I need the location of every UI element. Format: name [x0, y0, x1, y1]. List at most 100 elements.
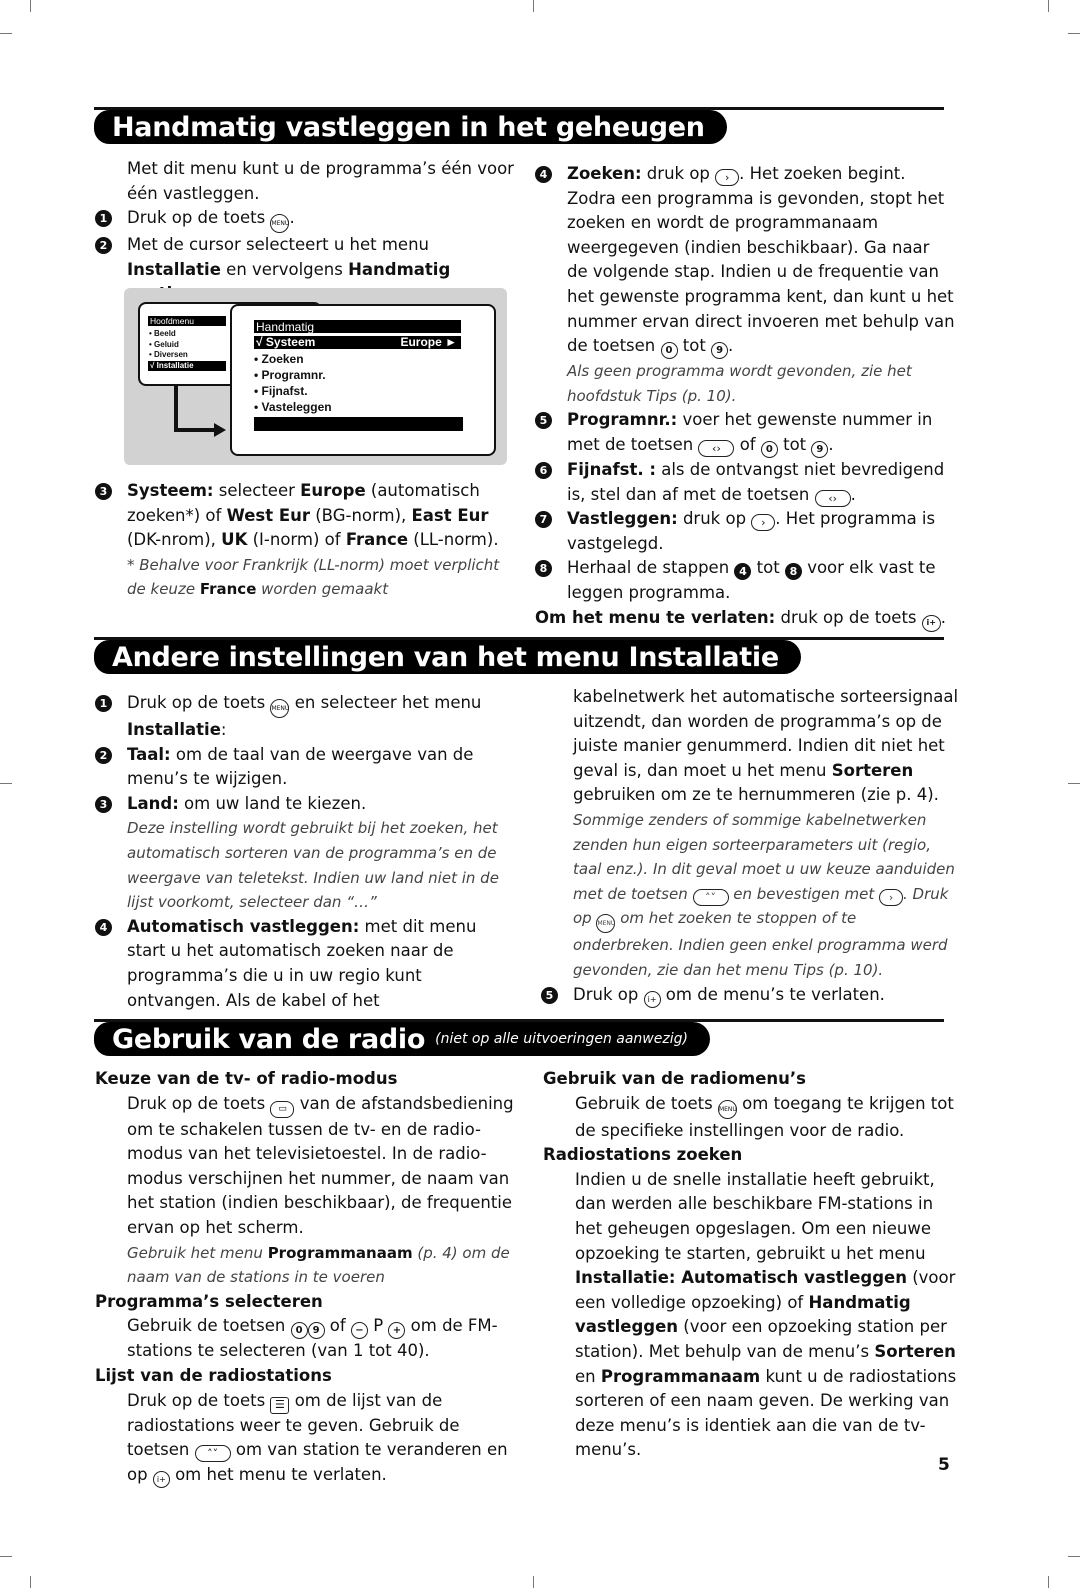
step-text: Druk op	[573, 984, 644, 1004]
paragraph: Gebruik de toetsen 09 of − P + om de FM-…	[95, 1314, 525, 1364]
crop-mark	[0, 783, 12, 784]
crop-mark	[533, 0, 534, 12]
exit-instruction: Om het menu te verlaten: druk op de toet…	[535, 606, 955, 632]
tv-radio-key-icon: ▭	[270, 1100, 295, 1118]
step-text: Met de cursor selecteert u het menu	[127, 235, 429, 255]
crop-mark	[1068, 33, 1080, 34]
step-text: .	[289, 208, 295, 228]
minus-key-icon: −	[350, 1322, 368, 1340]
step-4-continued: kabelnetwerk het automatische sorteersig…	[541, 685, 961, 983]
subheading: Lijst van de radiostations	[95, 1365, 332, 1385]
step-number: 3	[95, 483, 112, 500]
main-menu-title: Hoofdmenu	[148, 316, 226, 326]
step-text: (LL-norm).	[408, 530, 499, 550]
para-text: Druk op de toets	[127, 1093, 271, 1113]
step-number: 3	[95, 795, 112, 813]
footnote: * Behalve voor Frankrijk (LL-norm) moet …	[127, 553, 520, 602]
para-text: Gebruik de toets	[575, 1093, 718, 1113]
subheading: Programma’s selecteren	[95, 1291, 323, 1311]
step-note: Als geen programma wordt gevonden, zie h…	[567, 362, 912, 405]
bold-term: Land:	[127, 793, 179, 813]
sub-menu-selected-label: √ Systeem	[256, 335, 316, 349]
step-text: :	[220, 720, 227, 739]
menu-key-icon: MENU	[596, 914, 616, 934]
digit-0-key-icon: 0	[660, 342, 678, 360]
page-number: 5	[938, 1455, 950, 1475]
crop-mark	[30, 0, 31, 12]
crop-mark	[1048, 0, 1049, 12]
step-text: tot	[751, 558, 785, 578]
step-number: 1	[95, 210, 112, 228]
crop-mark	[30, 1576, 31, 1588]
step-number: 1	[95, 695, 112, 712]
bold-term: Programmanaam	[600, 1366, 761, 1386]
step-text: .	[850, 484, 856, 504]
section3-left-column: Keuze van de tv- of radio-modus Druk op …	[95, 1067, 525, 1488]
heading-pill: Gebruik van de radio (niet op alle uitvoe…	[94, 1022, 710, 1056]
step-6: 6 Fijnafst. : als de ontvangst niet bevr…	[535, 458, 955, 507]
bold-term: Installatie	[127, 720, 221, 739]
step-text: (DK-nrom),	[127, 530, 222, 550]
step-1: 1 Druk op de toets MENU en selecteer het…	[95, 691, 520, 743]
step-7: 7 Vastleggen: druk op ›. Het programma i…	[535, 507, 955, 556]
digit-9-key-icon: 9	[711, 342, 729, 360]
arrow-line	[174, 384, 178, 432]
plus-key-icon: +	[388, 1322, 406, 1340]
bold-term: West Eur	[226, 505, 310, 525]
sub-menu-selected-value: Europe ►	[400, 335, 457, 349]
cursor-left-right-keys-icon: ‹›	[698, 439, 735, 457]
section2-right-column: kabelnetwerk het automatische sorteersig…	[541, 685, 961, 1008]
cursor-up-down-keys-icon: ˄˅	[692, 888, 729, 906]
step-text: selecteer	[213, 481, 301, 500]
step-5: 5 Druk op i+ om de menu’s te verlaten.	[541, 983, 961, 1008]
sub-menu-item: • Zoeken	[254, 352, 304, 366]
heading-subtitle: (niet op alle uitvoeringen aanwezig)	[435, 1031, 688, 1047]
step-number: 5	[541, 986, 558, 1004]
bold-term: Vastleggen:	[567, 509, 678, 529]
digit-0-key-icon: 0	[290, 1322, 308, 1340]
para-text: van de afstandsbediening om te schakelen…	[127, 1093, 514, 1237]
section2-left-column: 1 Druk op de toets MENU en selecteer het…	[95, 691, 520, 1013]
cursor-up-down-keys-icon: ˄˅	[194, 1445, 231, 1463]
section1-step3: 3 Systeem: selecteer Europe (automatisch…	[95, 479, 520, 602]
step-text: (BG-norm),	[310, 505, 412, 525]
bold-term: Programmanaam	[267, 1243, 413, 1262]
step-text: en vervolgens	[220, 259, 349, 279]
exit-key-icon: i+	[921, 614, 941, 632]
para-text: of	[324, 1316, 351, 1336]
crop-mark	[533, 1576, 534, 1588]
step-text: . Het zoeken begint. Zodra een programma…	[567, 164, 955, 356]
heading-pill: Andere instellingen van het menu Install…	[94, 640, 801, 674]
bold-term: UK	[221, 530, 248, 550]
step-text: of	[734, 434, 761, 454]
paragraph: Gebruik de toets MENU om toegang te krij…	[543, 1092, 963, 1144]
cursor-right-key-icon: ›	[879, 888, 904, 906]
main-menu-item: • Beeld	[149, 329, 176, 338]
step-3: 3 Land: om uw land te kiezen. Deze inste…	[95, 792, 520, 915]
step-1: 1 Druk op de toets MENU.	[95, 206, 515, 234]
footnote-text: worden gemaakt	[256, 580, 389, 599]
para-text: Gebruik de toetsen	[127, 1316, 291, 1336]
step-number: 2	[95, 237, 112, 255]
heading-text: Handmatig vastleggen in het geheugen	[112, 111, 705, 143]
bold-term: France	[345, 530, 409, 550]
intro-text: Met dit menu kunt u de programma’s één v…	[127, 159, 514, 203]
step-text: tot	[777, 434, 812, 454]
step-5: 5 Programnr.: voer het gewenste nummer i…	[535, 408, 955, 458]
bold-term: Sorteren	[831, 760, 914, 780]
bold-term: Europe	[300, 481, 366, 500]
bold-term: Installatie	[127, 259, 221, 279]
step-8: 8 Herhaal de stappen 4 tot 8 voor elk va…	[535, 556, 955, 605]
step-text: (I-norm) of	[247, 530, 346, 550]
para-text: Druk op de toets	[127, 1390, 271, 1410]
step-3: 3 Systeem: selecteer Europe (automatisch…	[95, 479, 520, 602]
step-number: 6	[535, 461, 552, 479]
list-key-icon: ☰	[270, 1396, 290, 1414]
arrow-right-icon	[214, 423, 226, 437]
sub-menu-item: • Fijnafst.	[254, 384, 308, 398]
paragraph: Indien u de snelle installatie heeft geb…	[543, 1168, 963, 1463]
exit-key-icon: i+	[152, 1470, 170, 1488]
note-text: Gebruik het menu	[127, 1243, 268, 1262]
para-text: om het menu te verlaten.	[169, 1464, 387, 1484]
bold-term: Fijnafst. :	[567, 459, 656, 479]
